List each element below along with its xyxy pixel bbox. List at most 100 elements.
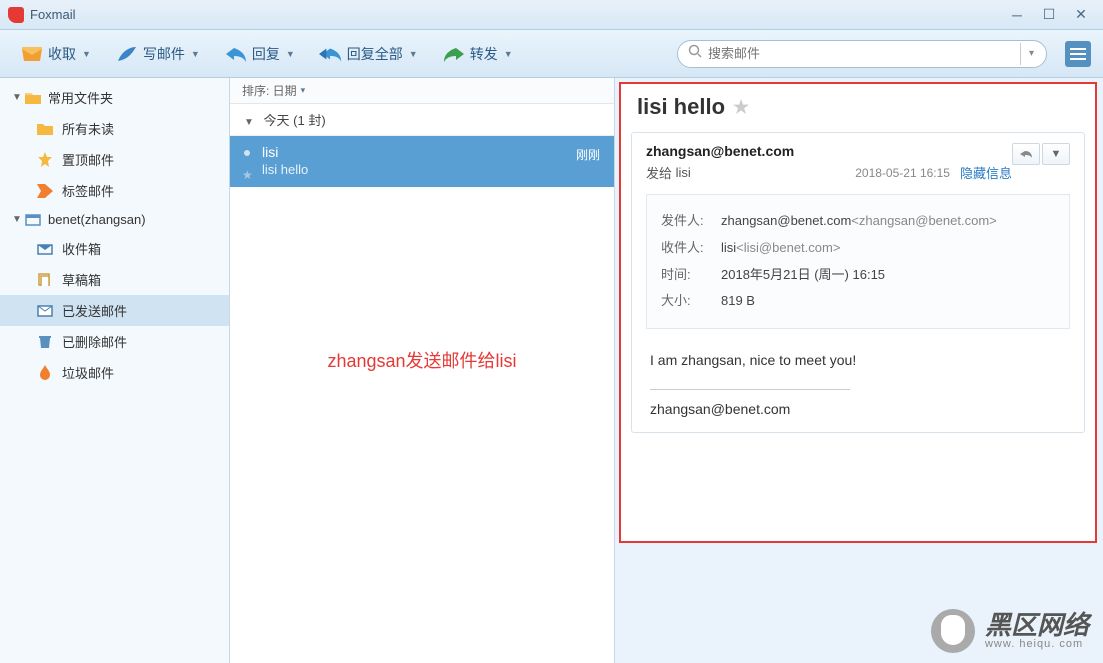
size-label: 大小:	[661, 291, 721, 312]
reply-button[interactable]: 回复 ▼	[216, 40, 303, 68]
account-icon	[24, 213, 42, 227]
sidebar-item-label: 已删除邮件	[62, 332, 127, 351]
message-list: 排序: 日期 ▾ ▼ 今天 (1 封) ★ lisi lisi hello 刚刚…	[230, 78, 615, 663]
inbox-icon	[36, 241, 54, 257]
date-group-label: 今天 (1 封)	[264, 113, 326, 128]
date-group-header[interactable]: ▼ 今天 (1 封)	[230, 104, 614, 136]
reply-all-label: 回复全部	[347, 44, 403, 64]
app-logo-icon	[8, 7, 24, 23]
message-item[interactable]: ★ lisi lisi hello 刚刚	[230, 136, 614, 187]
draft-icon	[36, 272, 54, 288]
common-folders-label: 常用文件夹	[48, 88, 113, 107]
account-label: benet(zhangsan)	[48, 212, 146, 227]
star-icon[interactable]: ★	[242, 168, 253, 182]
spam-icon	[36, 365, 54, 381]
sidebar-item-pinned[interactable]: 置顶邮件	[0, 144, 229, 175]
recipient-email: <lisi@benet.com>	[736, 240, 840, 255]
search-icon	[688, 44, 702, 63]
chevron-down-icon: ▾	[301, 85, 306, 96]
body-text: I am zhangsan, nice to meet you!	[650, 349, 1066, 373]
chevron-down-icon: ▼	[409, 49, 418, 59]
compose-label: 写邮件	[143, 44, 185, 64]
close-button[interactable]: ✕	[1067, 5, 1095, 25]
toolbar: 收取 ▼ 写邮件 ▼ 回复 ▼ 回复全部 ▼ 转发 ▼ ▾	[0, 30, 1103, 78]
to-name: lisi	[676, 165, 691, 180]
search-dropdown[interactable]: ▾	[1020, 43, 1042, 65]
watermark-text: 黑区网络	[985, 612, 1089, 638]
sidebar-item-sent[interactable]: 已发送邮件	[0, 295, 229, 326]
receive-button[interactable]: 收取 ▼	[12, 40, 99, 68]
reading-pane: lisi hello ★ zhangsan@benet.com 发给 lisi …	[619, 82, 1097, 543]
hide-info-link[interactable]: 隐藏信息	[960, 163, 1012, 182]
folder-icon	[36, 121, 54, 137]
chevron-down-icon: ▼	[286, 49, 295, 59]
window-title: Foxmail	[30, 7, 1003, 22]
message-body: I am zhangsan, nice to meet you! zhangsa…	[632, 339, 1084, 432]
sidebar-item-label: 所有未读	[62, 119, 114, 138]
watermark-sub: www. heiqu. com	[985, 638, 1089, 650]
forward-button[interactable]: 转发 ▼	[434, 40, 521, 68]
annotation-text: zhangsan发送邮件给lisi	[230, 347, 614, 373]
sidebar-item-label: 置顶邮件	[62, 150, 114, 169]
maximize-button[interactable]: ☐	[1035, 5, 1063, 25]
sidebar-item-tagged[interactable]: 标签邮件	[0, 175, 229, 206]
star-icon[interactable]: ★	[733, 97, 749, 118]
sidebar-item-inbox[interactable]: 收件箱	[0, 233, 229, 264]
sidebar-item-label: 草稿箱	[62, 270, 101, 289]
star-icon	[36, 152, 54, 168]
signature: zhangsan@benet.com	[650, 398, 1066, 422]
search-box[interactable]: ▾	[677, 40, 1047, 68]
message-sender: lisi	[262, 144, 600, 160]
sidebar-item-unread[interactable]: 所有未读	[0, 113, 229, 144]
watermark-icon	[931, 609, 975, 653]
sidebar-item-label: 收件箱	[62, 239, 101, 258]
inbox-icon	[20, 44, 44, 64]
chevron-down-icon: ▼	[504, 49, 513, 59]
chevron-down-icon: ▼	[191, 49, 200, 59]
common-folders-header[interactable]: ▼ 常用文件夹	[0, 82, 229, 113]
more-actions-button[interactable]: ▼	[1042, 143, 1070, 165]
sidebar-item-drafts[interactable]: 草稿箱	[0, 264, 229, 295]
reading-date: 2018-05-21 16:15	[855, 166, 950, 180]
recipient-label: 收件人:	[661, 238, 721, 259]
sent-icon	[36, 303, 54, 319]
account-header[interactable]: ▼ benet(zhangsan)	[0, 206, 229, 233]
sidebar-item-label: 垃圾邮件	[62, 363, 114, 382]
to-label: 发给	[646, 163, 672, 182]
search-input[interactable]	[708, 46, 1020, 61]
sidebar-item-trash[interactable]: 已删除邮件	[0, 326, 229, 357]
sort-bar[interactable]: 排序: 日期 ▾	[230, 78, 614, 104]
size-value: 819 B	[721, 291, 1055, 312]
forward-icon	[442, 44, 466, 64]
recipient-name: lisi	[721, 240, 736, 255]
read-dot-icon	[244, 150, 250, 156]
feather-icon	[115, 44, 139, 64]
compose-button[interactable]: 写邮件 ▼	[107, 40, 208, 68]
watermark: 黑区网络 www. heiqu. com	[931, 609, 1089, 653]
reading-from: zhangsan@benet.com	[646, 143, 1012, 159]
minimize-button[interactable]: ─	[1003, 5, 1031, 25]
trash-icon	[36, 334, 54, 350]
menu-button[interactable]	[1065, 41, 1091, 67]
sidebar-item-spam[interactable]: 垃圾邮件	[0, 357, 229, 388]
reading-subject: lisi hello	[637, 94, 725, 120]
reply-all-icon	[319, 44, 343, 64]
message-subject: lisi hello	[262, 162, 600, 177]
titlebar: Foxmail ─ ☐ ✕	[0, 0, 1103, 30]
caret-down-icon: ▼	[12, 92, 24, 103]
detail-box: 发件人: zhangsan@benet.com<zhangsan@benet.c…	[646, 194, 1070, 329]
reply-label: 回复	[252, 44, 280, 64]
chevron-down-icon: ▼	[82, 49, 91, 59]
sidebar-item-label: 已发送邮件	[62, 301, 127, 320]
reply-all-button[interactable]: 回复全部 ▼	[311, 40, 426, 68]
forward-label: 转发	[470, 44, 498, 64]
time-value: 2018年5月21日 (周一) 16:15	[721, 265, 1055, 286]
sender-name: zhangsan@benet.com	[721, 213, 851, 228]
caret-down-icon: ▼	[12, 214, 24, 225]
reply-icon	[224, 44, 248, 64]
receive-label: 收取	[48, 44, 76, 64]
sidebar: ▼ 常用文件夹 所有未读 置顶邮件 标签邮件 ▼	[0, 78, 230, 663]
tag-icon	[36, 183, 54, 199]
message-time: 刚刚	[576, 146, 600, 163]
reply-quick-button[interactable]	[1012, 143, 1040, 165]
